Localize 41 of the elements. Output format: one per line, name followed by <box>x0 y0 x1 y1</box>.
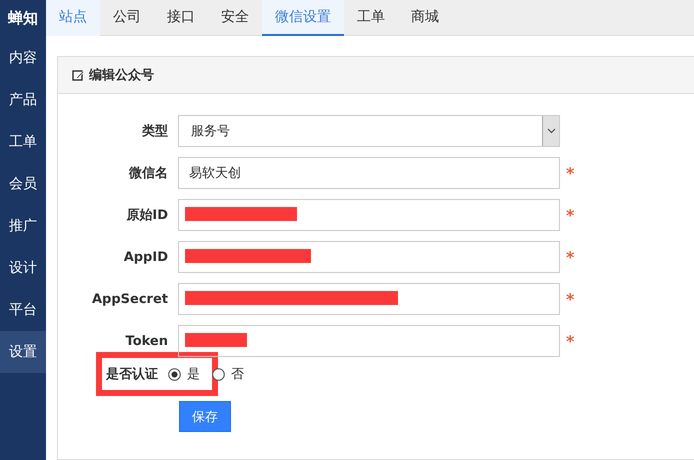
radio-option[interactable]: 否 <box>212 365 244 383</box>
field-label: AppID <box>122 250 169 264</box>
radio-option[interactable]: 是 <box>168 365 200 383</box>
input-field[interactable] <box>178 325 560 357</box>
input-field[interactable] <box>178 283 560 315</box>
sidebar-item[interactable]: 平台 <box>0 289 46 331</box>
panel-title: 编辑公众号 <box>89 66 154 84</box>
field-label: AppSecret <box>90 292 169 306</box>
tab[interactable]: 接口 <box>154 0 208 36</box>
required-mark: * <box>566 164 574 182</box>
input-field[interactable] <box>178 241 560 273</box>
chevron-down-icon <box>546 128 556 134</box>
tab[interactable]: 站点 <box>46 0 100 36</box>
sidebar-item[interactable]: 内容 <box>0 37 46 79</box>
save-button[interactable]: 保存 <box>179 401 231 432</box>
tab[interactable]: 公司 <box>100 0 154 36</box>
field-label: 类型 <box>140 123 169 140</box>
logo[interactable]: 蝉知 <box>0 0 46 36</box>
required-mark: * <box>566 332 574 350</box>
sidebar-item[interactable]: 设计 <box>0 247 46 289</box>
input-field[interactable]: 易软天创 <box>178 157 560 189</box>
tab[interactable]: 安全 <box>208 0 262 36</box>
field-label: 是否认证 <box>106 366 158 383</box>
tab[interactable]: 工单 <box>344 0 398 36</box>
tab[interactable]: 微信设置 <box>262 0 344 36</box>
input-field[interactable] <box>178 199 560 231</box>
required-mark: * <box>566 206 574 224</box>
edit-icon <box>72 68 85 82</box>
required-mark: * <box>566 248 574 266</box>
field-label: 原始ID <box>125 207 169 224</box>
field-label: 微信名 <box>128 165 169 182</box>
sidebar-item[interactable]: 工单 <box>0 121 46 163</box>
sidebar-item[interactable]: 会员 <box>0 163 46 205</box>
radio-icon[interactable] <box>168 368 181 380</box>
field-label: Token <box>124 334 169 348</box>
tab[interactable]: 商城 <box>398 0 452 36</box>
sidebar-item[interactable]: 推广 <box>0 205 46 247</box>
required-mark: * <box>566 290 574 308</box>
sidebar-item[interactable]: 设置 <box>0 331 46 373</box>
sidebar-item[interactable]: 产品 <box>0 79 46 121</box>
select-field[interactable]: 服务号 <box>178 115 560 147</box>
